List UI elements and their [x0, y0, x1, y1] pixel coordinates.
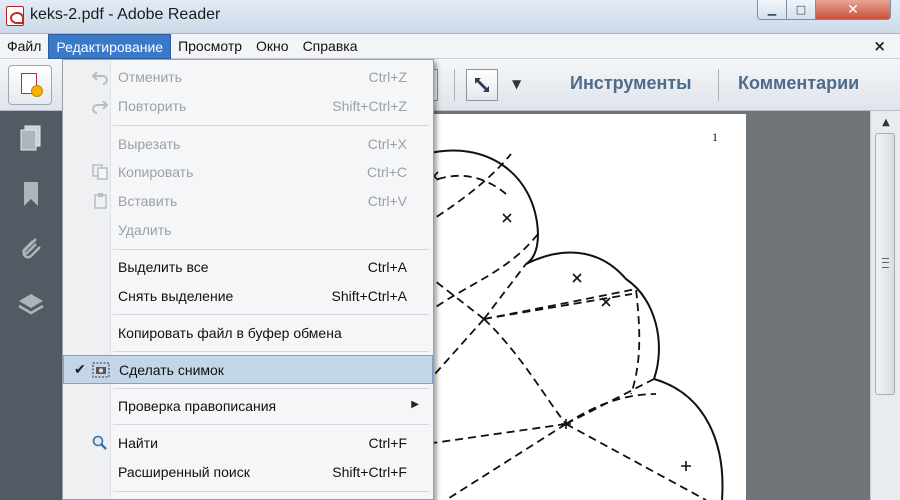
menu-item-shortcut: Ctrl+F — [368, 435, 408, 451]
menu-item-label: Удалить — [118, 222, 172, 238]
scroll-up-arrow[interactable]: ▲ — [878, 115, 894, 131]
toolbar-more-dropdown[interactable]: ▼ — [512, 77, 521, 91]
create-pdf-button[interactable] — [8, 65, 52, 105]
toolbar-divider — [718, 69, 719, 101]
menu-item-deselect-all[interactable]: Снять выделение Shift+Ctrl+A — [63, 282, 433, 311]
camera-icon — [92, 362, 110, 378]
menu-separator — [113, 249, 429, 250]
checkmark-icon: ✔ — [74, 361, 86, 377]
page-thumbnails-icon[interactable] — [16, 123, 46, 153]
menu-item-label: Найти — [118, 435, 158, 451]
menu-item-shortcut: Ctrl+C — [366, 164, 407, 180]
menu-item-delete[interactable]: Удалить — [63, 216, 433, 245]
menu-item-select-all[interactable]: Выделить все Ctrl+A — [63, 253, 433, 282]
expand-icon — [475, 78, 489, 92]
menu-bar: Файл Редактирование Просмотр Окно Справк… — [0, 33, 900, 59]
undo-icon — [91, 71, 108, 85]
menu-item-find[interactable]: Найти Ctrl+F — [63, 429, 433, 458]
menu-item-shortcut: Shift+Ctrl+A — [331, 288, 407, 304]
menu-item-label: Копировать — [118, 164, 194, 180]
vertical-scrollbar[interactable]: ▲ — [870, 111, 900, 500]
menu-item-copy[interactable]: Копировать Ctrl+C — [63, 158, 433, 187]
menu-separator — [113, 388, 429, 389]
title-bar: keks-2.pdf - Adobe Reader ▁ □ ✕ — [0, 0, 900, 34]
menu-item-label: Расширенный поиск — [118, 464, 250, 480]
menu-separator — [113, 351, 429, 352]
menu-separator — [113, 424, 429, 425]
menu-item-undo[interactable]: Отменить Ctrl+Z — [63, 63, 433, 92]
fullscreen-button[interactable] — [466, 69, 498, 101]
menu-item-shortcut: Shift+Ctrl+F — [332, 464, 407, 480]
menu-item-spell-check[interactable]: Проверка правописания ▶ — [63, 392, 433, 421]
pdf-file-icon — [6, 6, 24, 26]
menu-edit[interactable]: Редактирование — [48, 33, 172, 59]
redo-icon — [92, 100, 109, 114]
menu-item-copy-file-to-clipboard[interactable]: Копировать файл в буфер обмена — [63, 319, 433, 348]
menu-help[interactable]: Справка — [296, 34, 365, 59]
menu-item-shortcut: Ctrl+Z — [368, 69, 408, 85]
menu-item-redo[interactable]: Повторить Shift+Ctrl+Z — [63, 92, 433, 121]
menu-item-label: Снять выделение — [118, 288, 234, 304]
menu-separator — [113, 491, 429, 492]
page-number: 1 — [712, 130, 718, 144]
menu-view[interactable]: Просмотр — [171, 34, 249, 59]
close-window-button[interactable]: ✕ — [815, 0, 891, 20]
star-icon — [31, 85, 43, 97]
menu-item-shortcut: Ctrl+A — [367, 259, 407, 275]
grip-icon — [882, 258, 889, 268]
menu-item-shortcut: Ctrl+V — [367, 193, 407, 209]
close-document-button[interactable]: × — [873, 37, 886, 55]
menu-item-label: Сделать снимок — [119, 362, 224, 378]
copy-icon — [92, 164, 108, 180]
search-icon — [92, 435, 107, 450]
menu-item-advanced-search[interactable]: Расширенный поиск Shift+Ctrl+F — [63, 458, 433, 487]
menu-separator — [113, 314, 429, 315]
attachments-icon[interactable] — [16, 233, 46, 263]
menu-item-label: Вставить — [118, 193, 178, 209]
menu-item-label: Отменить — [118, 69, 182, 85]
menu-item-shortcut: Ctrl+X — [367, 136, 407, 152]
minimize-button[interactable]: ▁ — [757, 0, 787, 20]
menu-item-cut[interactable]: Вырезать Ctrl+X — [63, 130, 433, 159]
menu-item-take-snapshot[interactable]: ✔ Сделать снимок — [63, 355, 433, 384]
menu-file[interactable]: Файл — [0, 34, 48, 59]
comments-pane-button[interactable]: Комментарии — [738, 73, 859, 94]
navigation-pane — [0, 111, 62, 500]
layers-icon[interactable] — [16, 289, 46, 319]
menu-item-label: Проверка правописания — [118, 398, 277, 414]
menu-window[interactable]: Окно — [249, 34, 296, 59]
menu-separator — [113, 125, 429, 126]
menu-item-shortcut: Shift+Ctrl+Z — [332, 98, 407, 114]
window-title: keks-2.pdf - Adobe Reader — [30, 6, 221, 23]
menu-item-label: Вырезать — [118, 136, 181, 152]
menu-item-label: Копировать файл в буфер обмена — [118, 325, 342, 341]
menu-item-label: Выделить все — [118, 259, 209, 275]
edit-menu-dropdown: Отменить Ctrl+Z Повторить Shift+Ctrl+Z В… — [62, 59, 434, 500]
bookmarks-icon[interactable] — [16, 179, 46, 209]
menu-item-label: Повторить — [118, 98, 187, 114]
menu-item-paste[interactable]: Вставить Ctrl+V — [63, 187, 433, 216]
submenu-arrow-icon: ▶ — [411, 399, 419, 410]
pdf-page — [425, 114, 746, 500]
maximize-button[interactable]: □ — [786, 0, 816, 20]
paste-icon — [94, 193, 107, 209]
tools-pane-button[interactable]: Инструменты — [570, 73, 692, 94]
scrollbar-thumb[interactable] — [875, 133, 895, 395]
pattern-drawing — [425, 149, 724, 500]
toolbar-divider — [454, 69, 455, 101]
